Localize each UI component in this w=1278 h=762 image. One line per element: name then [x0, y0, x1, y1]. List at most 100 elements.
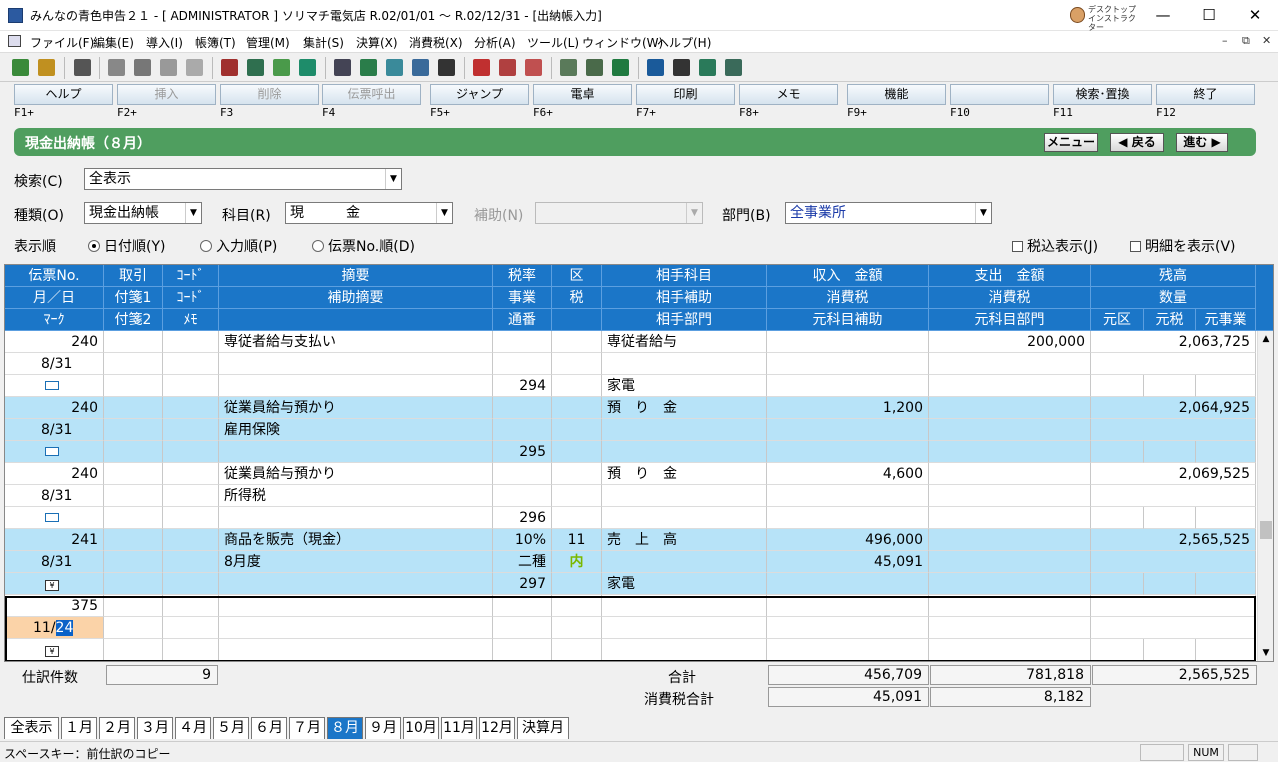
expense-cell[interactable] — [929, 397, 1091, 419]
blank-cell[interactable] — [552, 573, 602, 595]
code-cell[interactable] — [163, 485, 219, 507]
mark-cell[interactable] — [5, 441, 104, 463]
orig-class-cell[interactable] — [1091, 441, 1144, 463]
memo-cell[interactable] — [163, 573, 219, 595]
orig-sub-cell[interactable] — [767, 375, 929, 397]
tab-month-4[interactable]: ４月 — [175, 717, 211, 739]
counter-dept-cell[interactable]: 家電 — [602, 375, 767, 397]
business-cell[interactable]: 二種 — [493, 551, 552, 573]
blank-cell[interactable] — [219, 573, 493, 595]
date-cell[interactable]: 8/31 — [5, 551, 104, 573]
menu-books[interactable]: 帳簿(T) — [195, 34, 236, 51]
web-icon[interactable] — [699, 59, 716, 76]
f10-button[interactable] — [950, 84, 1049, 105]
date-cell[interactable]: 8/31 — [5, 353, 104, 375]
tag2-cell[interactable] — [104, 441, 163, 463]
menu-aggregate[interactable]: 集計(S) — [303, 34, 344, 51]
order-slip-radio[interactable]: 伝票No.順(D) — [312, 236, 415, 256]
business-cell[interactable] — [493, 419, 552, 441]
expense-cell[interactable] — [929, 529, 1091, 551]
menu-manage[interactable]: 管理(M) — [246, 34, 290, 51]
tag1-cell[interactable] — [104, 419, 163, 441]
tag1-cell[interactable] — [104, 397, 163, 419]
calendar-icon[interactable] — [438, 59, 455, 76]
counter-account-cell[interactable]: 預 り 金 — [602, 463, 767, 485]
counter-dept-cell[interactable] — [602, 441, 767, 463]
excel-icon[interactable] — [612, 59, 629, 76]
summary-cell[interactable]: 専従者給与支払い — [219, 331, 493, 353]
help-button[interactable]: ヘルプ — [14, 84, 113, 105]
help-icon[interactable] — [647, 59, 664, 76]
calc-icon[interactable] — [360, 59, 377, 76]
counter-account-cell[interactable]: 専従者給与 — [602, 331, 767, 353]
serial-cell[interactable]: 295 — [493, 441, 552, 463]
cut-icon[interactable] — [108, 59, 125, 76]
tax-class-cell[interactable] — [552, 463, 602, 485]
expense-tax-cell[interactable] — [929, 353, 1091, 375]
blank-cell[interactable] — [219, 441, 493, 463]
clipboard-icon[interactable] — [186, 59, 203, 76]
orig-dept-cell[interactable] — [929, 573, 1091, 595]
tag1-cell[interactable] — [104, 353, 163, 375]
tab-month-12[interactable]: 12月 — [479, 717, 515, 739]
memo-cell[interactable] — [163, 441, 219, 463]
orig-sub-cell[interactable] — [767, 441, 929, 463]
code-cell[interactable] — [163, 353, 219, 375]
orig-dept-cell[interactable] — [929, 441, 1091, 463]
expense-tax-cell[interactable] — [929, 551, 1091, 573]
add-icon[interactable] — [473, 59, 490, 76]
menu-tools[interactable]: ツール(L) — [527, 34, 579, 51]
tab-month-7[interactable]: ７月 — [289, 717, 325, 739]
summary-cell[interactable]: 従業員給与預かり — [219, 397, 493, 419]
scroll-thumb[interactable] — [1260, 521, 1272, 539]
open-icon[interactable] — [12, 59, 29, 76]
chart-icon[interactable] — [273, 59, 290, 76]
download-icon[interactable] — [38, 59, 55, 76]
mdi-close-button[interactable]: ✕ — [1262, 34, 1271, 47]
menu-edit[interactable]: 編集(E) — [93, 34, 134, 51]
tag2-cell[interactable] — [104, 573, 163, 595]
slip-no-cell[interactable]: 240 — [5, 397, 104, 419]
menu-help[interactable]: ヘルプ(H) — [657, 34, 711, 51]
back-button[interactable]: ◀ 戻る — [1110, 133, 1164, 152]
quantity-cell[interactable] — [1091, 485, 1256, 507]
orig-biz-cell[interactable] — [1196, 441, 1256, 463]
blank-cell[interactable] — [552, 375, 602, 397]
maximize-button[interactable]: ☐ — [1186, 0, 1232, 31]
minimize-button[interactable]: — — [1140, 0, 1186, 31]
counter-dept-cell[interactable]: 家電 — [602, 573, 767, 595]
balance-cell[interactable]: 2,565,525 — [1091, 529, 1256, 551]
recall-slip-button[interactable]: 伝票呼出 — [322, 84, 421, 105]
tag2-cell[interactable] — [104, 507, 163, 529]
balance-cell[interactable]: 2,063,725 — [1091, 331, 1256, 353]
code-cell[interactable] — [163, 551, 219, 573]
memo-button[interactable]: メモ — [739, 84, 838, 105]
blank-cell[interactable] — [219, 507, 493, 529]
print-preview-icon[interactable] — [74, 59, 91, 76]
balance-cell[interactable]: 2,064,925 — [1091, 397, 1256, 419]
orig-sub-cell[interactable] — [767, 573, 929, 595]
serial-cell[interactable]: 297 — [493, 573, 552, 595]
orig-dept-cell[interactable] — [929, 375, 1091, 397]
tag1-cell[interactable] — [104, 551, 163, 573]
orig-tax-cell[interactable] — [1144, 573, 1196, 595]
tag2-cell[interactable] — [104, 375, 163, 397]
vertical-scrollbar[interactable]: ▲ ▼ — [1257, 331, 1273, 661]
search-select[interactable]: 全表示 ▼ — [84, 168, 402, 190]
tag1-cell[interactable] — [104, 331, 163, 353]
tab-month-8[interactable]: ８月 — [327, 717, 363, 739]
mark-cell[interactable]: ¥ — [5, 573, 104, 595]
entry2-icon[interactable] — [412, 59, 429, 76]
expense-tax-cell[interactable] — [929, 419, 1091, 441]
tab-month-1[interactable]: １月 — [61, 717, 97, 739]
heart-icon[interactable] — [299, 59, 316, 76]
menu-settlement[interactable]: 決算(X) — [356, 34, 398, 51]
mdi-minimize-button[interactable]: – — [1222, 34, 1228, 47]
slip-no-cell[interactable]: 240 — [5, 331, 104, 353]
sub-summary-cell[interactable] — [219, 353, 493, 375]
counter-account-cell[interactable]: 売 上 高 — [602, 529, 767, 551]
menu-window[interactable]: ウィンドウ(W) — [582, 34, 663, 51]
insert-button[interactable]: 挿入 — [117, 84, 216, 105]
scroll-down-icon[interactable]: ▼ — [1258, 645, 1273, 661]
orig-biz-cell[interactable] — [1196, 375, 1256, 397]
